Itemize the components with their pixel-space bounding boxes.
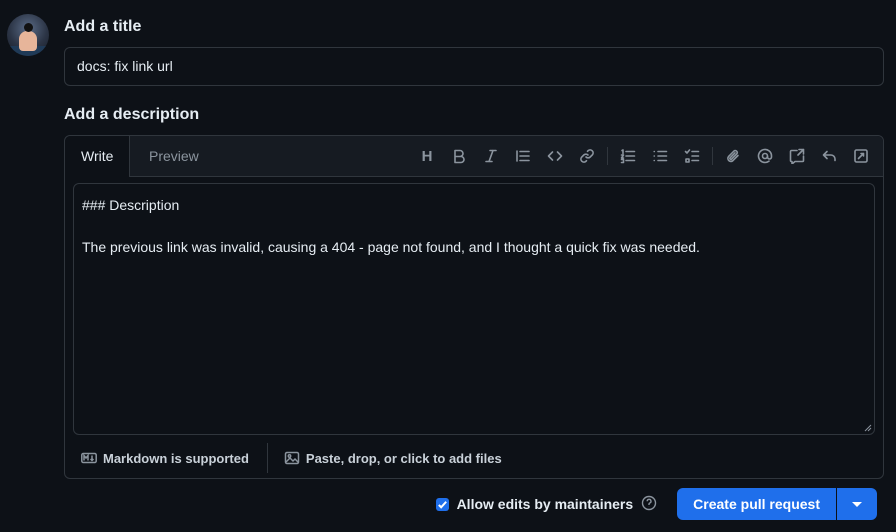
allow-edits-option[interactable]: Allow edits by maintainers bbox=[435, 495, 658, 514]
form-actions: Allow edits by maintainers Create pull r… bbox=[435, 488, 877, 520]
attach-icon[interactable] bbox=[717, 144, 749, 168]
editor-tabbar: Write Preview H bbox=[65, 136, 883, 177]
avatar[interactable] bbox=[7, 14, 49, 56]
mention-icon[interactable] bbox=[749, 144, 781, 168]
markdown-toolbar: H bbox=[411, 144, 877, 168]
body-line: The previous link was invalid, causing a… bbox=[82, 239, 700, 255]
markdown-note: Markdown is supported bbox=[103, 450, 249, 466]
tab-preview[interactable]: Preview bbox=[133, 136, 215, 176]
resize-handle-icon[interactable] bbox=[864, 424, 872, 432]
heading-glyph: H bbox=[421, 147, 433, 165]
italic-icon[interactable] bbox=[475, 144, 507, 168]
reference-icon[interactable] bbox=[781, 144, 813, 168]
help-icon[interactable] bbox=[641, 495, 657, 514]
avatar-figure bbox=[19, 31, 37, 51]
code-icon[interactable] bbox=[539, 144, 571, 168]
body-line: ### Description bbox=[82, 197, 180, 213]
description-editor: Write Preview H ### Description The prev… bbox=[64, 135, 884, 479]
allow-edits-label: Allow edits by maintainers bbox=[456, 496, 634, 512]
create-pull-request-split-button: Create pull request bbox=[677, 488, 877, 520]
reply-icon[interactable] bbox=[813, 144, 845, 168]
link-icon[interactable] bbox=[571, 144, 603, 168]
quote-icon[interactable] bbox=[507, 144, 539, 168]
tab-write[interactable]: Write bbox=[65, 136, 131, 177]
attach-files-button[interactable]: Paste, drop, or click to add files bbox=[284, 450, 502, 466]
bold-icon[interactable] bbox=[443, 144, 475, 168]
title-label: Add a title bbox=[64, 18, 142, 35]
image-icon bbox=[284, 451, 300, 465]
markdown-icon bbox=[81, 452, 97, 464]
ordered-list-icon[interactable] bbox=[612, 144, 644, 168]
create-options-dropdown[interactable] bbox=[836, 488, 877, 520]
unordered-list-icon[interactable] bbox=[644, 144, 676, 168]
task-list-icon[interactable] bbox=[676, 144, 708, 168]
footer-divider bbox=[266, 443, 268, 473]
description-label: Add a description bbox=[64, 106, 200, 123]
editor-footer: Markdown is supported Paste, drop, or cl… bbox=[81, 443, 502, 473]
body-line bbox=[82, 216, 866, 237]
check-icon bbox=[437, 500, 447, 509]
create-pull-request-button[interactable]: Create pull request bbox=[677, 488, 836, 520]
allow-edits-checkbox[interactable] bbox=[435, 497, 449, 511]
toolbar-divider bbox=[712, 147, 713, 165]
attach-note: Paste, drop, or click to add files bbox=[305, 450, 502, 466]
description-textarea[interactable]: ### Description The previous link was in… bbox=[73, 183, 875, 435]
toolbar-divider bbox=[607, 147, 608, 165]
title-input[interactable]: docs: fix link url bbox=[64, 47, 884, 86]
avatar-head bbox=[24, 23, 33, 32]
chevron-down-icon bbox=[852, 501, 862, 507]
fullscreen-icon[interactable] bbox=[845, 144, 877, 168]
markdown-supported-link[interactable]: Markdown is supported bbox=[81, 450, 249, 466]
heading-icon[interactable]: H bbox=[411, 144, 443, 168]
